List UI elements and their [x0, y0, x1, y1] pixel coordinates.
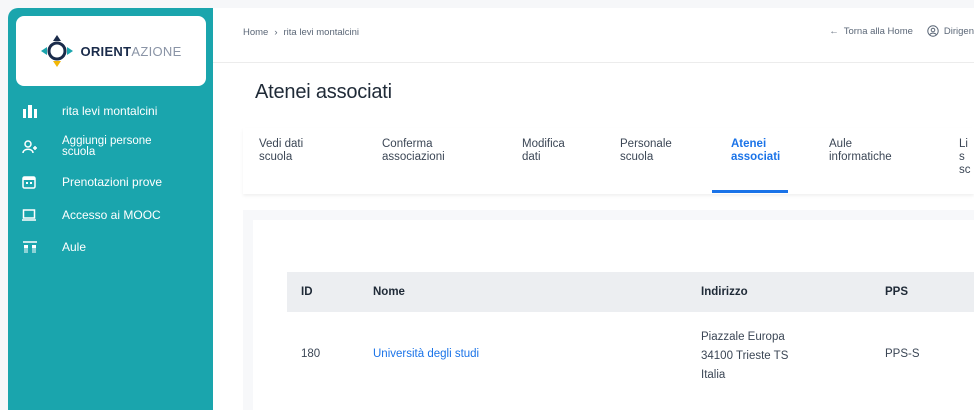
- tab-aule-informatiche[interactable]: Aule informatiche: [829, 138, 909, 164]
- breadcrumb-current: rita levi montalcini: [283, 27, 360, 38]
- app-frame: ORIENTAZIONE rita levi montalcini Aggiun…: [0, 0, 974, 410]
- tab-conferma-associazioni[interactable]: Conferma associazioni: [382, 138, 472, 164]
- sidebar-item-bookings[interactable]: Prenotazioni prove: [8, 166, 213, 198]
- user-icon: [927, 25, 939, 37]
- sidebar-item-add-people[interactable]: Aggiungi persone scuola: [8, 128, 213, 166]
- user-label: Dirigen: [943, 25, 974, 37]
- address-line: 34100 Trieste TS: [701, 350, 789, 362]
- table-row: 180 Università degli studi Piazzale Euro…: [287, 320, 974, 390]
- logo[interactable]: ORIENTAZIONE: [16, 16, 206, 86]
- cell-nome-link[interactable]: Università degli studi: [373, 348, 479, 360]
- sidebar-item-label: Aule: [62, 240, 87, 254]
- add-user-icon: [22, 140, 44, 154]
- atenei-table: ID Nome Indirizzo PPS 180 Università deg…: [253, 220, 974, 410]
- breadcrumb-home[interactable]: Home: [243, 27, 268, 38]
- column-header-pps: PPS: [885, 286, 909, 298]
- content-panel: ID Nome Indirizzo PPS 180 Università deg…: [243, 210, 974, 410]
- user-menu[interactable]: Dirigen: [927, 25, 974, 37]
- brand-name-light: AZIONE: [131, 43, 182, 59]
- column-header-nome: Nome: [373, 286, 405, 298]
- cell-pps: PPS-S: [885, 348, 920, 360]
- sidebar-item-label: rita levi montalcini: [62, 104, 158, 118]
- laptop-icon: [22, 208, 44, 222]
- school-icon: [22, 104, 44, 118]
- tab-personale-scuola[interactable]: Personale scuola: [620, 138, 690, 164]
- calendar-icon: [22, 175, 44, 189]
- tab-atenei-associati[interactable]: Atenei associati: [731, 138, 791, 164]
- arrow-left-icon: ←: [829, 25, 839, 37]
- main-content: Home › rita levi montalcini ← Torna alla H…: [213, 8, 974, 410]
- tab-lista-scuole[interactable]: Lis sc: [959, 138, 973, 177]
- sidebar-item-mooc[interactable]: Accesso ai MOOC: [8, 198, 213, 232]
- tab-vedi-dati-scuola[interactable]: Vedi dati scuola: [259, 138, 339, 164]
- tab-modifica-dati[interactable]: Modifica dati: [522, 138, 582, 164]
- column-header-indirizzo: Indirizzo: [701, 286, 748, 298]
- sidebar-item-label: Prenotazioni prove: [62, 175, 163, 189]
- top-links: ← Torna alla Home Dirigen: [829, 25, 974, 37]
- active-tab-indicator: [712, 190, 788, 193]
- sidebar: ORIENTAZIONE rita levi montalcini Aggiun…: [8, 8, 213, 410]
- address-line: Piazzale Europa: [701, 331, 785, 343]
- breadcrumb: Home › rita levi montalcini: [243, 27, 359, 38]
- brand-name-bold: ORIENT: [80, 43, 132, 59]
- sidebar-item-label: Accesso ai MOOC: [62, 208, 161, 222]
- sidebar-item-school[interactable]: rita levi montalcini: [8, 94, 213, 128]
- sidebar-item-label: Aggiungi persone scuola: [62, 135, 152, 158]
- breadcrumb-separator-icon: ›: [274, 27, 278, 38]
- cell-indirizzo: Piazzale Europa 34100 Trieste TS Italia: [701, 328, 788, 385]
- topbar: Home › rita levi montalcini ← Torna alla H…: [213, 8, 974, 63]
- column-header-id: ID: [301, 286, 313, 298]
- tab-bar: Vedi dati scuola Conferma associazioni M…: [243, 128, 974, 194]
- cell-id: 180: [301, 348, 321, 360]
- address-line: Italia: [701, 369, 726, 381]
- back-home-label: Torna alla Home: [843, 25, 913, 37]
- table-header: ID Nome Indirizzo PPS: [287, 272, 974, 312]
- sidebar-item-classrooms[interactable]: Aule: [8, 232, 213, 262]
- sidebar-nav: rita levi montalcini Aggiungi persone sc…: [8, 94, 213, 262]
- classroom-icon: [22, 240, 44, 254]
- back-home-link[interactable]: ← Torna alla Home: [829, 26, 913, 37]
- brand-name: ORIENTAZIONE: [80, 44, 181, 59]
- orientazione-logo-icon: [41, 35, 74, 67]
- page-title: Atenei associati: [255, 81, 392, 103]
